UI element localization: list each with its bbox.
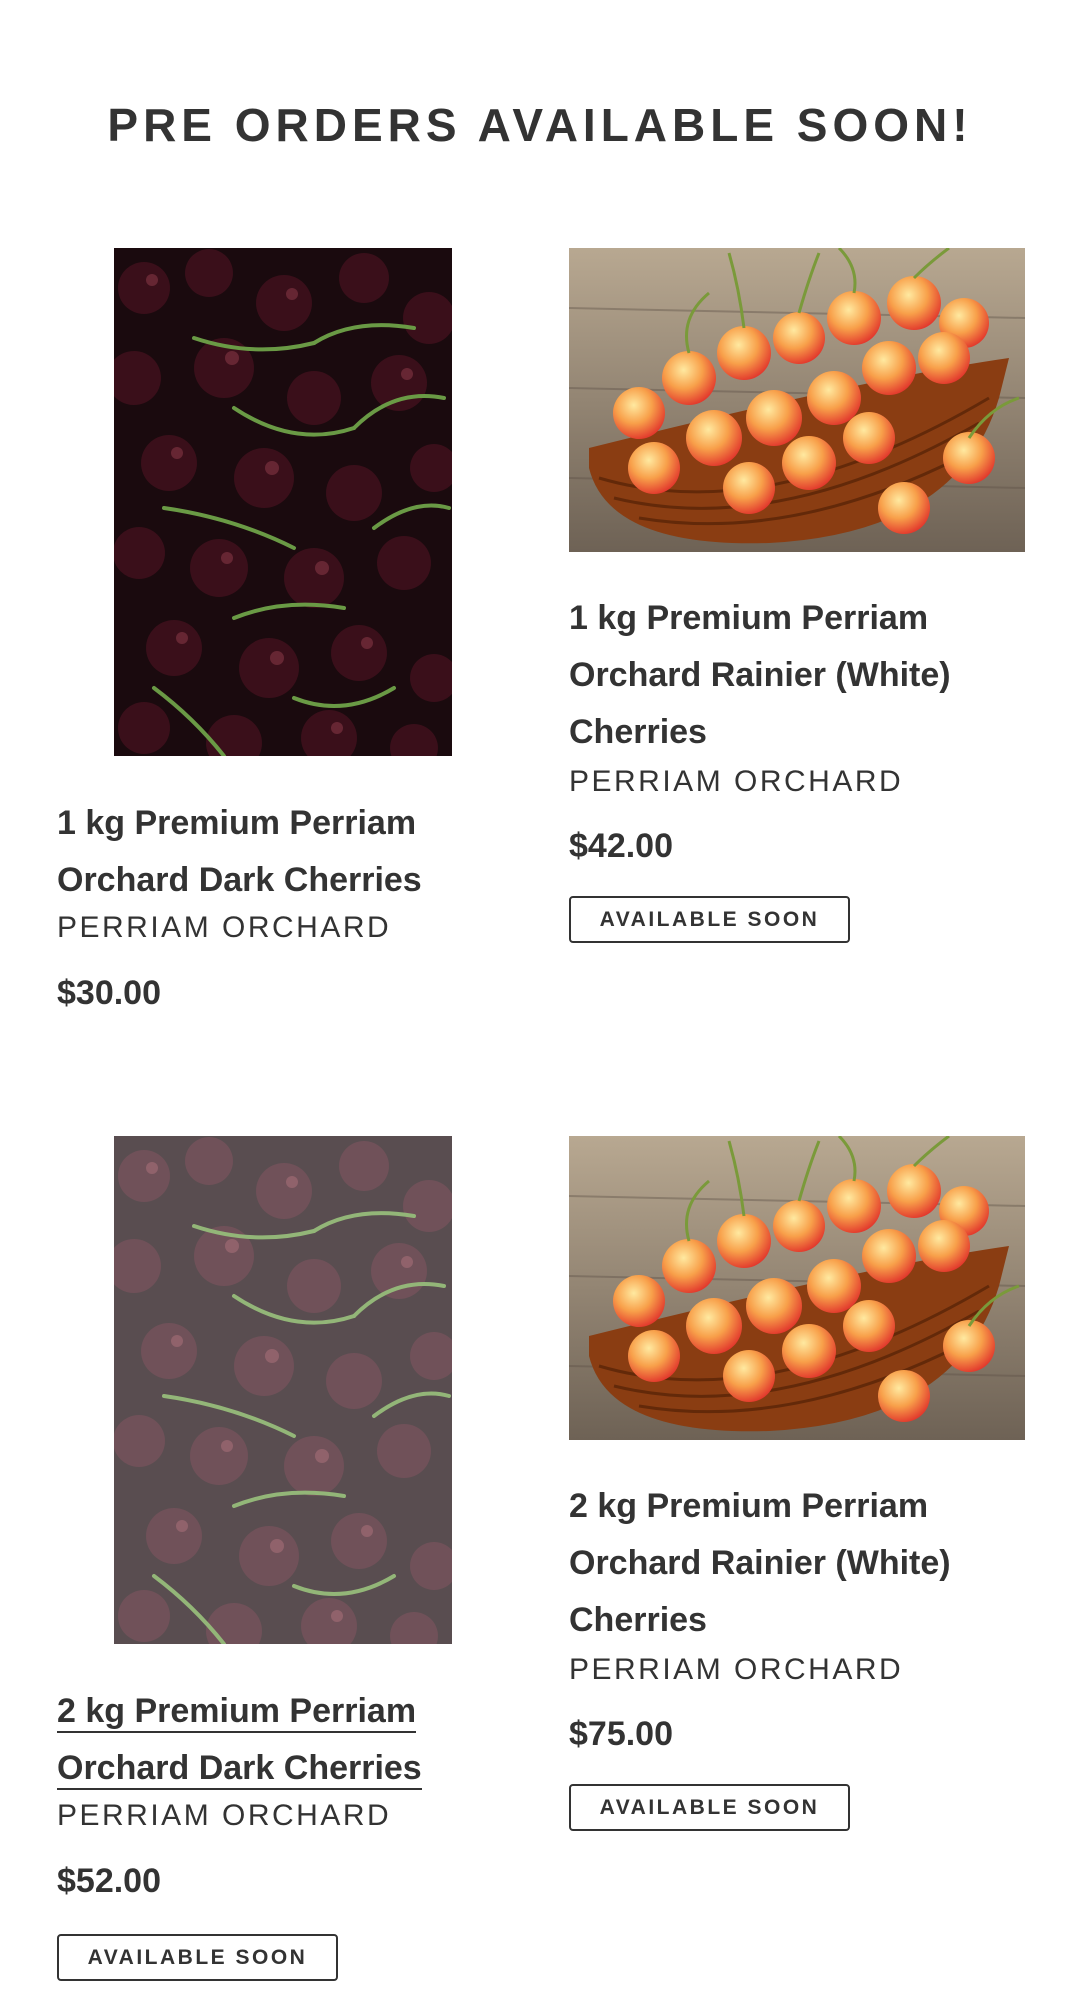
product-card[interactable]: 1 kg Premium Perriam Orchard Rainier (Wh… — [540, 0, 1080, 1040]
product-price: $52.00 — [57, 1862, 161, 1900]
available-soon-badge: AVAILABLE SOON — [569, 1784, 850, 1831]
product-title-line: 1 kg Premium Perriam — [57, 804, 417, 842]
product-title-line: Orchard Dark Cherries — [57, 861, 422, 899]
product-title-line: Orchard Rainier (White) — [569, 1544, 951, 1582]
dark-cherries-image[interactable] — [114, 248, 452, 756]
product-vendor: PERRIAM ORCHARD — [57, 911, 392, 944]
product-title-link[interactable]: 1 kg Premium Perriam Orchard Dark Cherri… — [57, 795, 517, 909]
product-price: $75.00 — [569, 1715, 673, 1753]
available-soon-badge: AVAILABLE SOON — [57, 1934, 338, 1981]
product-title-line: 1 kg Premium Perriam — [569, 599, 929, 637]
product-card[interactable]: 2 kg Premium Perriam Orchard Rainier (Wh… — [540, 1040, 1080, 1994]
product-price: $30.00 — [57, 974, 161, 1012]
product-price: $42.00 — [569, 827, 673, 865]
dark-cherries-image[interactable] — [114, 1136, 452, 1644]
product-title-line: Cherries — [569, 713, 707, 751]
collection-page: PRE ORDERS AVAILABLE SOON! 1 kg Premium … — [0, 0, 1080, 1994]
product-title-line: Orchard Rainier (White) — [569, 656, 951, 694]
available-soon-badge: AVAILABLE SOON — [569, 896, 850, 943]
rainier-cherries-image[interactable] — [569, 1136, 1025, 1440]
product-card[interactable]: 1 kg Premium Perriam Orchard Dark Cherri… — [0, 0, 540, 1040]
product-title-link[interactable]: 2 kg Premium Perriam Orchard Rainier (Wh… — [569, 1478, 1049, 1649]
product-vendor: PERRIAM ORCHARD — [569, 765, 904, 798]
product-title-link[interactable]: 2 kg Premium Perriam Orchard Dark Cherri… — [57, 1683, 517, 1797]
product-title-link[interactable]: 1 kg Premium Perriam Orchard Rainier (Wh… — [569, 590, 1049, 761]
rainier-cherries-image[interactable] — [569, 248, 1025, 552]
product-vendor: PERRIAM ORCHARD — [57, 1799, 392, 1832]
product-title-line: 2 kg Premium Perriam — [57, 1692, 417, 1733]
product-card[interactable]: 2 kg Premium Perriam Orchard Dark Cherri… — [0, 1040, 540, 1994]
product-title-line: 2 kg Premium Perriam — [569, 1487, 929, 1525]
product-title-line: Cherries — [569, 1601, 707, 1639]
product-vendor: PERRIAM ORCHARD — [569, 1653, 904, 1686]
product-title-line: Orchard Dark Cherries — [57, 1749, 422, 1790]
